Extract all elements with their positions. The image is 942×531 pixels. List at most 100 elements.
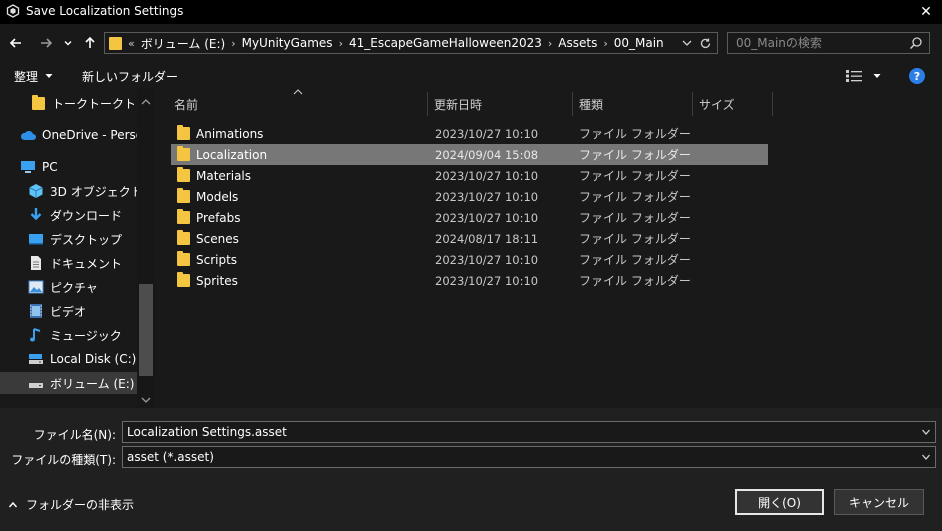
nav-item-label: OneDrive - Persor — [42, 128, 149, 142]
chevron-down-icon — [64, 41, 72, 46]
file-modified: 2023/10/27 10:10 — [435, 189, 539, 204]
nav-item-label: ピクチャ — [50, 280, 98, 295]
back-button[interactable] — [4, 31, 28, 55]
chevron-down-icon[interactable] — [921, 452, 931, 462]
column-header-size[interactable]: サイズ — [693, 92, 773, 116]
search-box[interactable] — [727, 32, 930, 54]
chevron-right-icon: › — [231, 36, 236, 50]
column-header-modified[interactable]: 更新日時 — [428, 92, 573, 116]
filetype-label: ファイルの種類(T): — [11, 453, 116, 467]
help-button[interactable]: ? — [909, 68, 925, 84]
file-type: ファイル フォルダー — [579, 148, 691, 162]
breadcrumb-volume[interactable]: ボリューム (E:) — [141, 35, 225, 52]
file-row-scenes[interactable]: Scenes 2024/08/17 18:11 ファイル フォルダー — [171, 228, 768, 249]
file-name: Materials — [196, 168, 252, 183]
nav-item-music[interactable]: ミュージック — [28, 324, 122, 346]
details-view-icon — [846, 70, 862, 82]
folder-icon — [177, 167, 190, 182]
nav-scrollbar-thumb[interactable] — [139, 284, 153, 376]
refresh-icon[interactable] — [699, 37, 712, 50]
arrow-right-icon — [41, 38, 53, 48]
search-input[interactable] — [728, 33, 908, 53]
drive-icon — [28, 351, 44, 367]
file-type: ファイル フォルダー — [579, 211, 691, 225]
nav-item-label: PC — [42, 160, 58, 174]
address-bar[interactable]: « ボリューム (E:) › MyUnityGames › 41_EscapeG… — [104, 32, 718, 54]
nav-item-label: Local Disk (C:) — [50, 352, 137, 366]
file-modified: 2023/10/27 10:10 — [435, 168, 539, 183]
file-modified: 2024/08/17 18:11 — [435, 231, 539, 246]
forward-button[interactable] — [34, 31, 58, 55]
overflow-chevron[interactable]: « — [128, 37, 135, 50]
filetype-select[interactable]: asset (*.asset) — [122, 446, 936, 468]
file-row-animations[interactable]: Animations 2023/10/27 10:10 ファイル フォルダー — [171, 123, 768, 144]
column-header-name[interactable]: 名前 — [168, 92, 428, 116]
nav-item-documents[interactable]: ドキュメント — [28, 252, 122, 274]
file-name: Localization — [196, 147, 268, 162]
view-options-button[interactable] — [846, 68, 886, 84]
filename-combobox[interactable]: Localization Settings.asset — [122, 421, 936, 443]
new-folder-button[interactable]: 新しいフォルダー — [82, 66, 178, 86]
file-name: Scripts — [196, 252, 238, 267]
cancel-button[interactable]: キャンセル — [834, 489, 924, 515]
folder-icon — [109, 36, 122, 50]
address-dropdown-icon[interactable] — [681, 37, 693, 49]
scroll-down-icon[interactable] — [137, 394, 155, 406]
breadcrumb-assets[interactable]: Assets — [558, 36, 597, 50]
breadcrumb-project[interactable]: 41_EscapeGameHalloween2023 — [349, 36, 542, 50]
nav-item-label: ミュージック — [50, 328, 122, 343]
folder-icon — [177, 230, 190, 245]
hide-folders-toggle[interactable]: フォルダーの非表示 — [8, 496, 134, 513]
window-title: Save Localization Settings — [26, 4, 184, 18]
chevron-up-icon — [8, 501, 18, 507]
file-row-sprites[interactable]: Sprites 2023/10/27 10:10 ファイル フォルダー — [171, 270, 768, 291]
breadcrumb-myunitygames[interactable]: MyUnityGames — [242, 36, 333, 50]
search-icon[interactable] — [909, 36, 923, 50]
file-row-prefabs[interactable]: Prefabs 2023/10/27 10:10 ファイル フォルダー — [171, 207, 768, 228]
chevron-right-icon: › — [338, 36, 343, 50]
open-button[interactable]: 開く(O) — [735, 489, 824, 515]
new-folder-label: 新しいフォルダー — [82, 69, 179, 84]
file-type: ファイル フォルダー — [579, 169, 691, 183]
file-name: Prefabs — [196, 210, 241, 225]
file-name: Scenes — [196, 231, 239, 246]
file-row-localization[interactable]: Localization 2024/09/04 15:08 ファイル フォルダー — [171, 144, 768, 165]
nav-item-label: デスクトップ — [50, 232, 123, 247]
file-modified: 2023/10/27 10:10 — [435, 210, 539, 225]
file-name: Animations — [196, 126, 264, 141]
file-modified: 2023/10/27 10:10 — [435, 126, 539, 141]
file-row-materials[interactable]: Materials 2023/10/27 10:10 ファイル フォルダー — [171, 165, 768, 186]
file-modified: 2024/09/04 15:08 — [435, 147, 539, 162]
breadcrumb-00-main[interactable]: 00_Main — [614, 36, 664, 50]
recent-locations-button[interactable] — [60, 31, 76, 55]
nav-item-local-disk[interactable]: Local Disk (C:) — [28, 348, 136, 370]
cloud-icon — [20, 127, 36, 143]
scroll-up-icon[interactable] — [137, 96, 155, 108]
file-type: ファイル フォルダー — [579, 127, 691, 141]
drive-icon — [28, 375, 44, 391]
file-row-scripts[interactable]: Scripts 2023/10/27 10:10 ファイル フォルダー — [171, 249, 768, 270]
file-row-models[interactable]: Models 2023/10/27 10:10 ファイル フォルダー — [171, 186, 768, 207]
close-button[interactable]: ✕ — [910, 0, 942, 24]
video-icon — [28, 303, 44, 319]
nav-item-3d-objects[interactable]: 3D オブジェクト — [28, 180, 143, 202]
hide-folders-label: フォルダーの非表示 — [26, 498, 135, 512]
nav-item-desktop[interactable]: デスクトップ — [28, 228, 122, 250]
nav-item-pc[interactable]: PC — [20, 156, 58, 178]
filename-input[interactable]: Localization Settings.asset — [123, 425, 917, 439]
nav-item-label: ビデオ — [50, 304, 87, 319]
column-header-type[interactable]: 種類 — [573, 92, 693, 116]
file-type: ファイル フォルダー — [579, 274, 691, 288]
nav-item-volume-e[interactable]: ボリューム (E:) — [0, 372, 137, 394]
chevron-right-icon: › — [547, 36, 553, 50]
nav-item-onedrive[interactable]: OneDrive - Persor — [20, 124, 148, 146]
organize-button[interactable]: 整理 — [14, 66, 54, 86]
navigation-pane: トークトークトーク OneDrive - Persor PC 3D オブジェクト… — [0, 88, 155, 408]
pc-icon — [20, 159, 36, 175]
nav-item-videos[interactable]: ビデオ — [28, 300, 86, 322]
up-button[interactable] — [80, 31, 100, 55]
chevron-down-icon[interactable] — [921, 427, 931, 437]
nav-item-pictures[interactable]: ピクチャ — [28, 276, 98, 298]
nav-item-downloads[interactable]: ダウンロード — [28, 204, 122, 226]
file-name: Sprites — [196, 273, 238, 288]
